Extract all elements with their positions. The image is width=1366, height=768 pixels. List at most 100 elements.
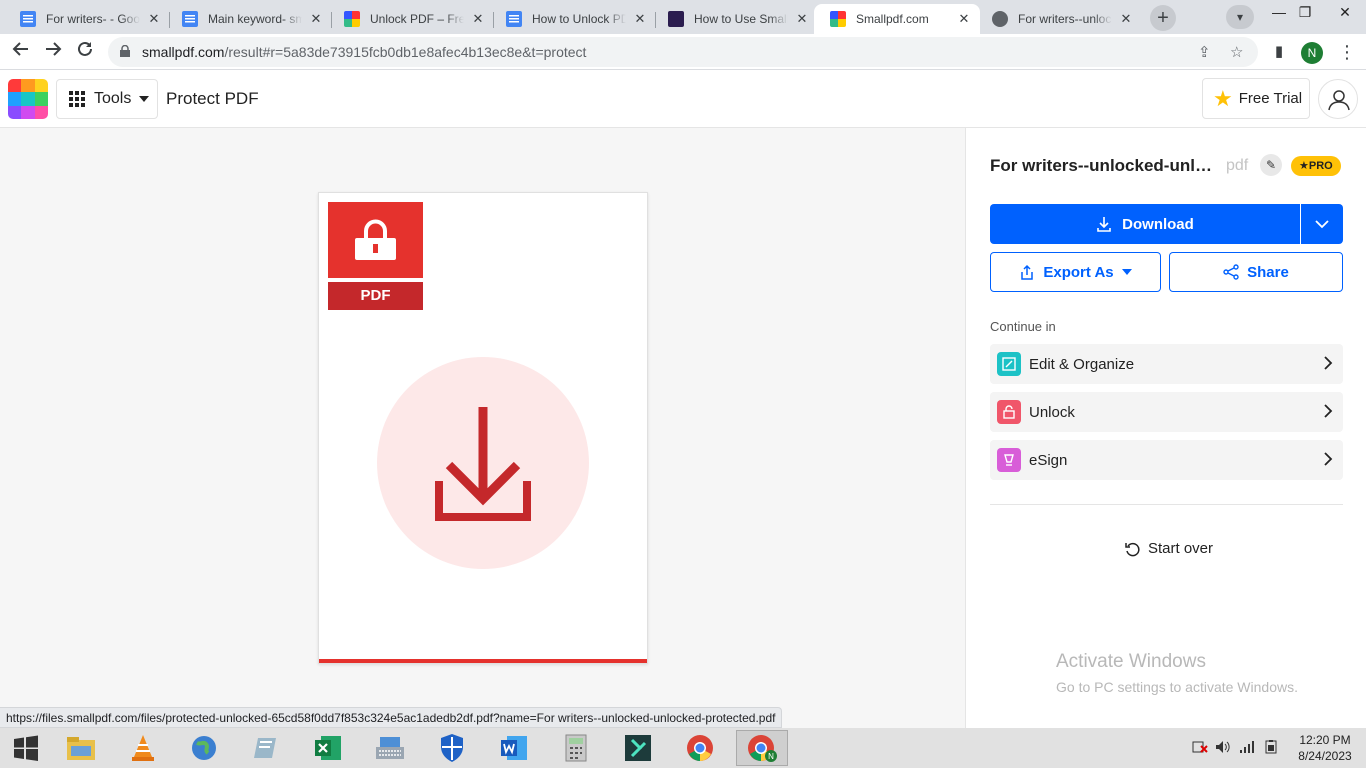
excel-icon[interactable]: [302, 730, 354, 766]
chrome-icon[interactable]: [674, 730, 726, 766]
tab-title: For writers--unlocked: [1018, 12, 1112, 26]
browser-tab[interactable]: How to Use Smallpdf ✕: [652, 4, 818, 34]
continue-esign[interactable]: eSign: [990, 440, 1343, 480]
network-error-icon[interactable]: [1192, 740, 1208, 757]
calculator-icon[interactable]: [550, 730, 602, 766]
windows-defender-icon[interactable]: [426, 730, 478, 766]
esign-icon: [997, 448, 1021, 472]
close-tab-icon[interactable]: ✕: [794, 11, 810, 27]
volume-icon[interactable]: [1215, 740, 1231, 757]
browser-tab[interactable]: Main keyword- smallpdf ✕: [166, 4, 332, 34]
share-page-icon[interactable]: ⇪: [1198, 43, 1211, 61]
activate-windows-watermark: Activate Windows Go to PC settings to ac…: [1056, 651, 1298, 695]
lock-icon: [120, 45, 130, 57]
apps-grid-icon: [69, 91, 85, 107]
restart-icon: [1125, 542, 1140, 556]
share-label: Share: [1247, 263, 1289, 281]
vlc-icon[interactable]: [117, 730, 169, 766]
edit-filename-icon[interactable]: ✎: [1260, 154, 1282, 176]
tab-search-button[interactable]: ▾: [1226, 5, 1254, 29]
download-options-button[interactable]: [1301, 204, 1343, 244]
download-button[interactable]: Download: [990, 204, 1300, 244]
signal-icon[interactable]: [1239, 740, 1255, 757]
side-panel-icon[interactable]: ▮: [1266, 39, 1292, 65]
reload-icon[interactable]: [72, 39, 98, 65]
pro-label: PRO: [1308, 160, 1333, 172]
file-explorer-icon[interactable]: [55, 730, 107, 766]
pdf-file-badge: PDF: [328, 202, 423, 310]
docs-icon: [20, 11, 36, 27]
system-clock[interactable]: 12:20 PM 8/24/2023: [1290, 732, 1360, 764]
tools-label: Tools: [94, 90, 132, 107]
preview-progress-line: [319, 659, 647, 663]
tools-menu-button[interactable]: Tools: [56, 79, 158, 119]
globe-network-icon[interactable]: [178, 730, 230, 766]
close-tab-icon[interactable]: ✕: [308, 11, 324, 27]
continue-unlock[interactable]: Unlock: [990, 392, 1343, 432]
free-trial-label: Free Trial: [1238, 90, 1303, 107]
browser-tab-active[interactable]: Smallpdf.com ✕: [814, 4, 980, 34]
chevron-right-icon: [1324, 452, 1333, 466]
tab-title: For writers- - Google Docs: [46, 12, 140, 26]
caret-down-icon: [1121, 269, 1132, 275]
back-icon[interactable]: [8, 39, 34, 65]
pdf-preview-card[interactable]: PDF: [318, 192, 648, 664]
start-over-button[interactable]: Start over: [1124, 540, 1213, 557]
chevron-down-icon: [1315, 220, 1329, 229]
edit-organize-icon: [997, 352, 1021, 376]
notes-app-icon[interactable]: [240, 730, 292, 766]
clock-time: 12:20 PM: [1299, 733, 1351, 747]
editor-app-icon[interactable]: [612, 730, 664, 766]
windows-taskbar: N 12:20 PM 8/24/2023: [0, 728, 1366, 768]
share-icon: [1223, 264, 1239, 280]
download-icon: [1097, 217, 1111, 232]
browser-tab[interactable]: How to Unlock PDF ✕: [490, 4, 656, 34]
caret-down-icon: [139, 96, 150, 102]
download-circle[interactable]: [377, 357, 589, 569]
unlock-icon: [997, 400, 1021, 424]
start-button[interactable]: [0, 730, 52, 766]
browser-tab[interactable]: For writers- - Google Docs ✕: [4, 4, 170, 34]
tab-title: Unlock PDF – Free: [370, 12, 464, 26]
continue-item-label: Unlock: [1029, 403, 1075, 421]
site-icon: [668, 11, 684, 27]
battery-icon[interactable]: [1263, 740, 1279, 757]
close-window-icon[interactable]: ✕: [1330, 4, 1360, 21]
smallpdf-logo[interactable]: [8, 79, 48, 119]
word-icon[interactable]: [488, 730, 540, 766]
windows-logo-icon: [14, 735, 38, 761]
page-title: Protect PDF: [166, 89, 259, 108]
continue-edit-organize[interactable]: Edit & Organize: [990, 344, 1343, 384]
close-tab-icon[interactable]: ✕: [146, 11, 162, 27]
user-account-button[interactable]: [1318, 79, 1358, 119]
close-tab-icon[interactable]: ✕: [956, 11, 972, 27]
file-name: For writers--unlocked-unlocked-protected: [990, 156, 1222, 175]
close-tab-icon[interactable]: ✕: [470, 11, 486, 27]
free-trial-button[interactable]: ★ Free Trial: [1202, 78, 1310, 119]
close-tab-icon[interactable]: ✕: [632, 11, 648, 27]
tab-title: How to Unlock PDF: [532, 12, 626, 26]
profile-avatar[interactable]: N: [1301, 42, 1323, 64]
tab-title: Smallpdf.com: [856, 12, 929, 26]
chrome-profile-icon[interactable]: N: [736, 730, 788, 766]
continue-item-label: eSign: [1029, 451, 1068, 469]
user-icon: [1328, 90, 1350, 111]
forward-icon[interactable]: [40, 39, 66, 65]
bookmark-star-icon[interactable]: ☆: [1230, 43, 1243, 61]
tab-strip: For writers- - Google Docs ✕ Main keywor…: [0, 0, 1366, 34]
restore-icon[interactable]: ❐: [1290, 4, 1320, 21]
new-tab-button[interactable]: +: [1150, 5, 1176, 31]
browser-tab[interactable]: Unlock PDF – Free ✕: [328, 4, 494, 34]
browser-tab[interactable]: For writers--unlocked ✕: [976, 4, 1142, 34]
star-icon: ★: [1299, 160, 1309, 172]
globe-icon: [992, 11, 1008, 27]
export-as-button[interactable]: Export As: [990, 252, 1161, 292]
link-status-bar: https://files.smallpdf.com/files/protect…: [0, 707, 783, 728]
address-bar[interactable]: smallpdf.com/result#r=5a83de73915fcb0db1…: [108, 37, 1258, 67]
preview-area: PDF: [0, 128, 965, 728]
divider: [990, 504, 1343, 505]
close-tab-icon[interactable]: ✕: [1118, 11, 1134, 27]
keyboard-icon[interactable]: [364, 730, 416, 766]
menu-icon[interactable]: ⋮: [1334, 39, 1360, 65]
share-button[interactable]: Share: [1169, 252, 1343, 292]
